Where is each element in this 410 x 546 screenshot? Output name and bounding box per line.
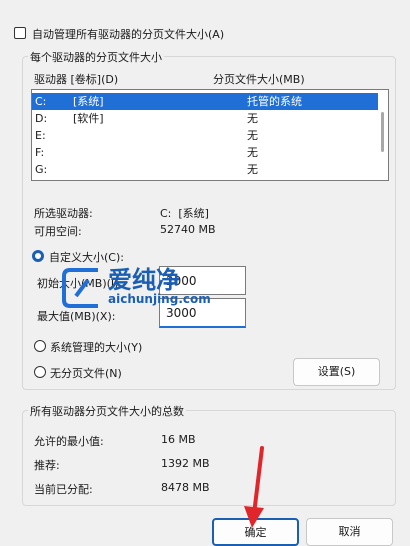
drive-pagefile-size: 托管的系统 <box>247 95 302 108</box>
drive-row-c[interactable]: C: [系统] 托管的系统 <box>32 93 379 110</box>
drive-letter: D: <box>35 112 48 125</box>
system-managed-radio[interactable] <box>34 340 46 352</box>
cancel-button[interactable]: 取消 <box>306 518 393 546</box>
available-space-label: 可用空间: <box>34 225 82 238</box>
no-paging-label[interactable]: 无分页文件(N) <box>50 365 122 381</box>
current-allocated-label: 当前已分配: <box>34 483 93 496</box>
drive-letter: C: <box>35 95 47 108</box>
custom-size-radio[interactable] <box>32 250 44 262</box>
recommended-value: 1392 MB <box>161 457 210 470</box>
drive-list[interactable]: C: [系统] 托管的系统 D: [软件] 无 E: 无 F: 无 G: 无 <box>31 89 389 181</box>
watermark-logo-icon <box>62 268 98 308</box>
drive-pagefile-size: 无 <box>247 146 258 159</box>
min-allowed-value: 16 MB <box>161 433 196 446</box>
drive-letter: F: <box>35 146 45 159</box>
per-drive-group-title: 每个驱动器的分页文件大小 <box>28 49 164 65</box>
drive-volume-label: [软件] <box>73 112 104 125</box>
watermark-url: aichunjing.com <box>108 292 211 306</box>
selected-drive-value: C: [系统] <box>160 207 209 220</box>
drive-pagefile-size: 无 <box>247 163 258 176</box>
auto-manage-label[interactable]: 自动管理所有驱动器的分页文件大小(A) <box>32 26 224 42</box>
drive-volume-label: [系统] <box>73 95 104 108</box>
set-button[interactable]: 设置(S) <box>293 358 380 386</box>
drive-letter: E: <box>35 129 46 142</box>
available-space-value: 52740 MB <box>160 223 216 236</box>
col-drive-header: 驱动器 [卷标](D) <box>34 73 119 86</box>
drive-pagefile-size: 无 <box>247 129 258 142</box>
selected-drive-label: 所选驱动器: <box>34 207 93 220</box>
list-scrollbar[interactable] <box>378 90 388 180</box>
watermark-text: 爱纯净 <box>108 266 180 294</box>
auto-manage-checkbox[interactable] <box>14 27 26 39</box>
min-allowed-label: 允许的最小值: <box>34 435 104 448</box>
recommended-label: 推荐: <box>34 459 60 472</box>
drive-row-f[interactable]: F: 无 <box>32 144 379 161</box>
totals-group-title: 所有驱动器分页文件大小的总数 <box>28 403 186 419</box>
no-paging-radio[interactable] <box>34 366 46 378</box>
drive-row-g[interactable]: G: 无 <box>32 161 379 178</box>
system-managed-label[interactable]: 系统管理的大小(Y) <box>50 339 142 355</box>
red-arrow-annotation <box>244 446 264 528</box>
list-scrollbar-thumb[interactable] <box>381 112 384 152</box>
drive-pagefile-size: 无 <box>247 112 258 125</box>
col-pagefile-header: 分页文件大小(MB) <box>213 73 305 86</box>
drive-letter: G: <box>35 163 48 176</box>
current-allocated-value: 8478 MB <box>161 481 210 494</box>
drive-row-d[interactable]: D: [软件] 无 <box>32 110 379 127</box>
drive-row-e[interactable]: E: 无 <box>32 127 379 144</box>
